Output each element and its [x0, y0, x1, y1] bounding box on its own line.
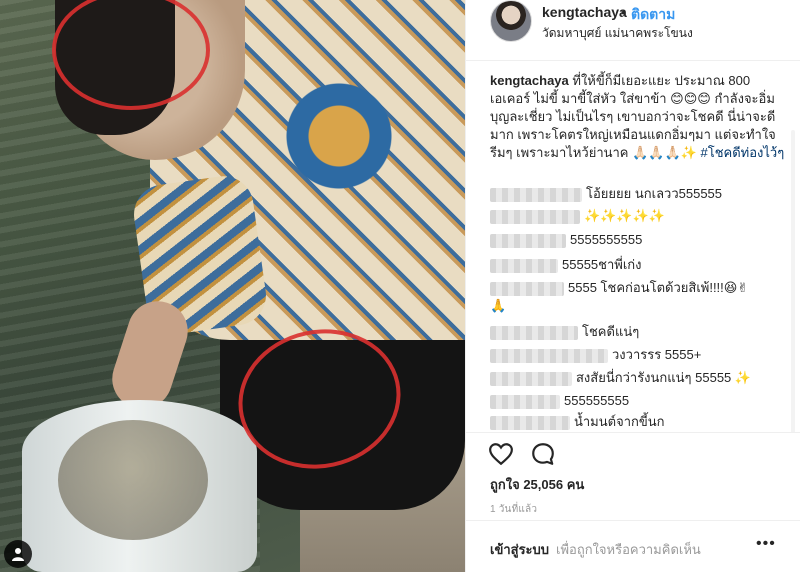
login-hint-text: เพื่อถูกใจหรือความคิดเห็น: [556, 542, 701, 557]
post-photo[interactable]: [0, 0, 465, 572]
more-options-button[interactable]: •••: [756, 535, 778, 555]
comment-item: 5555 โชคก่อนโตด้วยสิเพ้!!!!😆✌: [490, 278, 748, 298]
comment-text: 5555555555: [570, 232, 643, 247]
user-tags-button[interactable]: [4, 540, 32, 568]
comment-text: ✨✨✨✨✨: [584, 208, 665, 223]
comment-text: สงสัยนี่กว่ารังนกแน่ๆ 55555 ✨: [576, 370, 752, 385]
comment-item: โอ้ยยยย นกเลวว555555: [490, 184, 722, 204]
comment-text: 55555ชาพี่เก่ง: [562, 257, 642, 272]
comment-item: สงสัยนี่กว่ารังนกแน่ๆ 55555 ✨: [490, 368, 751, 388]
comment-text: 555555555: [564, 393, 630, 408]
blurred-username: [490, 325, 578, 340]
blurred-username: [490, 371, 572, 386]
likes-count[interactable]: ถูกใจ 25,056 คน: [490, 474, 584, 495]
comment-item: ✨✨✨✨✨: [490, 206, 665, 226]
comment-item: 🙏: [490, 296, 506, 316]
blurred-username: [490, 187, 582, 202]
blurred-username: [490, 394, 560, 409]
comment-item: โชคดีแน่ๆ: [490, 322, 639, 342]
like-button[interactable]: [488, 441, 518, 471]
caption-username[interactable]: kengtachaya: [490, 73, 569, 88]
comment-text: วงวารรร 5555+: [612, 347, 702, 362]
comments-scrollbar[interactable]: [791, 130, 795, 432]
comment-button[interactable]: [530, 441, 560, 471]
blurred-username: [490, 209, 580, 224]
post-header: kengtachaya • ติดตาม วัดมหาบุศย์ แม่นาคพ…: [466, 0, 800, 61]
blurred-username: [490, 233, 566, 248]
comment-item: 5555555555: [490, 230, 642, 250]
hashtag-link[interactable]: #โชคดีท่องไว้ๆ: [700, 145, 784, 160]
speech-bubble-icon: [532, 443, 554, 465]
post-side-panel: kengtachaya • ติดตาม วัดมหาบุศย์ แม่นาคพ…: [465, 0, 800, 572]
login-link[interactable]: เข้าสู่ระบบ: [490, 539, 549, 560]
separator-dot: •: [621, 4, 626, 20]
blurred-username: [490, 415, 570, 430]
comment-text: โอ้ยยยย นกเลวว555555: [586, 186, 723, 201]
comment-text: 🙏: [490, 298, 507, 313]
avatar[interactable]: [490, 0, 532, 42]
username-link[interactable]: kengtachaya: [542, 4, 627, 20]
bucket-inner: [58, 420, 208, 540]
comment-text: น้ำมนต์จากขี้นก: [574, 414, 665, 429]
person-icon: [12, 548, 24, 561]
heart-outline-icon: [489, 443, 513, 466]
instagram-post-view: kengtachaya • ติดตาม วัดมหาบุศย์ แม่นาคพ…: [0, 0, 800, 572]
blurred-username: [490, 348, 608, 363]
blurred-username: [490, 281, 564, 296]
comment-text: 5555 โชคก่อนโตด้วยสิเพ้!!!!😆✌: [568, 280, 749, 295]
add-comment-bar: เข้าสู่ระบบ เพื่อถูกใจหรือความคิดเห็น ••…: [466, 520, 800, 573]
comment-item: 55555ชาพี่เก่ง: [490, 255, 642, 275]
post-caption: kengtachaya ที่ให้ขี้ก็มีเยอะแยะ ประมาณ …: [490, 72, 786, 162]
comment-item: วงวารรร 5555+: [490, 345, 701, 365]
comments-list[interactable]: kengtachaya ที่ให้ขี้ก็มีเยอะแยะ ประมาณ …: [466, 60, 800, 432]
blurred-username: [490, 258, 558, 273]
comment-item: น้ำมนต์จากขี้นก: [490, 412, 665, 432]
follow-button[interactable]: ติดตาม: [631, 4, 675, 26]
post-timestamp[interactable]: 1 วันที่แล้ว: [490, 502, 537, 517]
comment-text: โชคดีแน่ๆ: [582, 324, 640, 339]
comment-item: 555555555: [490, 391, 629, 411]
location-link[interactable]: วัดมหาบุศย์ แม่นาคพระโขนง: [542, 24, 693, 43]
